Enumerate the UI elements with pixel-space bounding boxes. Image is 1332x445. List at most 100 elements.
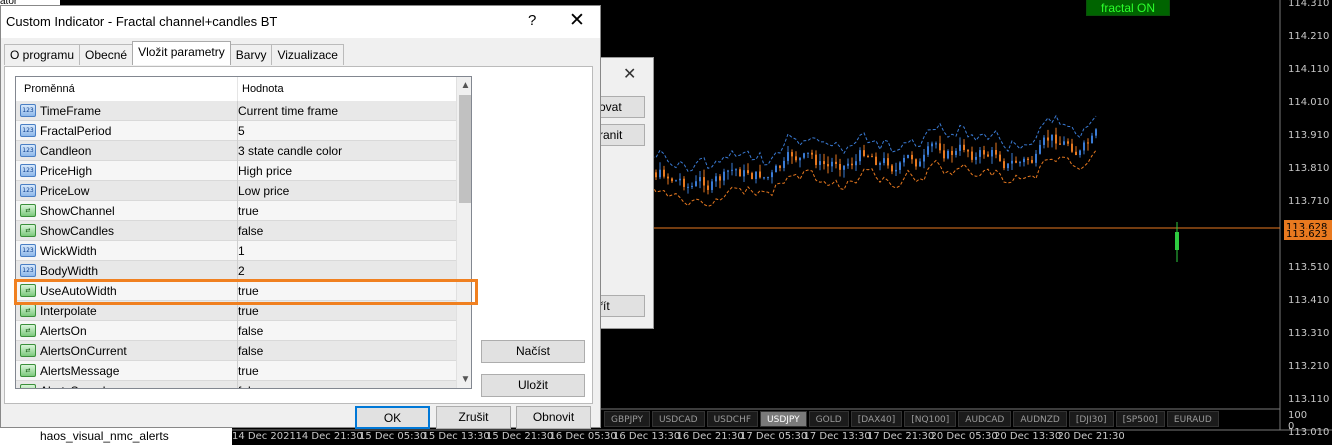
reset-button[interactable]: Obnovit (516, 406, 591, 429)
candle-body (907, 154, 909, 158)
candle-body (871, 156, 873, 158)
symbol-tab[interactable]: [NQ100] (904, 411, 957, 427)
parameter-row[interactable]: ⇄ AlertsOn false (16, 321, 456, 341)
candle-body (963, 144, 965, 150)
scroll-down-arrow-icon[interactable]: ▼ (457, 371, 471, 388)
time-scale-label: 17 Dec 05:30 (740, 431, 808, 442)
column-header-variable[interactable]: Proměnná (24, 83, 75, 95)
symbol-tab[interactable]: USDJPY (760, 411, 807, 427)
parameter-row[interactable]: ⇄ AlertsSound false (16, 381, 456, 388)
parameter-row[interactable]: 123 PriceHigh High price (16, 161, 456, 181)
parameter-row[interactable]: ⇄ ShowChannel true (16, 201, 456, 221)
parameter-value[interactable]: true (238, 204, 259, 218)
candle-body (859, 150, 861, 162)
scroll-thumb[interactable] (459, 95, 471, 203)
parameter-value[interactable]: false (238, 344, 263, 358)
parameter-row[interactable]: 123 WickWidth 1 (16, 241, 456, 261)
price-scale-label: 113.710 (1288, 196, 1330, 207)
candle-body (667, 176, 669, 179)
parameter-value[interactable]: true (238, 304, 259, 318)
parameter-value[interactable]: false (238, 384, 263, 388)
boolean-type-icon: ⇄ (20, 204, 36, 217)
symbol-tab[interactable]: [SP500] (1115, 411, 1165, 427)
parameter-row[interactable]: 123 BodyWidth 2 (16, 261, 456, 281)
parameter-name: Candleon (40, 144, 92, 158)
volume-scale-max: 100 (1288, 410, 1308, 421)
close-icon[interactable]: ✕ (623, 64, 636, 84)
candle-body (691, 185, 693, 187)
symbol-tab[interactable]: AUDCAD (958, 411, 1012, 427)
price-scale-label: 113.510 (1288, 262, 1330, 273)
symbol-tab[interactable]: GOLD (808, 411, 849, 427)
parameter-value[interactable]: 5 (238, 124, 245, 138)
parameter-value[interactable]: 1 (238, 244, 245, 258)
candle-body (687, 186, 689, 188)
candle-body (1039, 144, 1041, 154)
tab-visualization[interactable]: Vizualizace (271, 44, 344, 65)
save-button[interactable]: Uložit (481, 374, 585, 397)
column-header-value[interactable]: Hodnota (242, 83, 284, 95)
symbol-tab[interactable]: [DJI30] (1068, 411, 1114, 427)
symbol-tab[interactable]: EURAUD (1166, 411, 1219, 427)
tab-about[interactable]: O programu (4, 44, 81, 65)
parameter-value[interactable]: true (238, 364, 259, 378)
candle-body (763, 177, 765, 179)
price-scale-label: 114.010 (1288, 97, 1330, 108)
candle-body (727, 170, 729, 172)
symbol-tab[interactable]: GBPJPY (604, 411, 650, 427)
parameter-value[interactable]: Low price (238, 184, 289, 198)
ok-button[interactable]: OK (355, 406, 430, 429)
boolean-type-icon: ⇄ (20, 324, 36, 337)
symbol-tab[interactable]: AUDNZD (1013, 411, 1067, 427)
load-button[interactable]: Načíst (481, 340, 585, 363)
tab-common[interactable]: Obecné (79, 44, 134, 65)
help-button[interactable]: ? (528, 12, 536, 29)
parameter-row[interactable]: 123 TimeFrame Current time frame (16, 101, 456, 121)
candle-body (711, 181, 713, 190)
candle-body (1071, 143, 1073, 152)
parameter-row[interactable]: 123 Candleon 3 state candle color (16, 141, 456, 161)
bg-button-1[interactable]: ovat (595, 96, 645, 118)
parameter-value[interactable]: false (238, 224, 263, 238)
numeric-type-icon: 123 (20, 164, 36, 177)
navigator-item[interactable]: haos_visual_nmc_alerts (40, 429, 169, 443)
price-scale-label: 114.210 (1288, 31, 1330, 42)
volume-scale-min: 0 (1288, 421, 1295, 432)
candle-body (1023, 158, 1025, 163)
candle-body (851, 163, 853, 166)
candle-body (923, 154, 925, 162)
symbol-tab[interactable]: [DAX40] (850, 411, 903, 427)
dialog-title: Custom Indicator - Fractal channel+candl… (6, 14, 278, 29)
candle-body (671, 178, 673, 182)
bg-button-3[interactable]: řít (595, 295, 645, 317)
tab-colors[interactable]: Barvy (229, 44, 273, 65)
candle-body (795, 156, 797, 161)
parameter-row[interactable]: ⇄ AlertsMessage true (16, 361, 456, 381)
candle-body (1055, 134, 1057, 144)
vertical-scrollbar[interactable]: ▲ ▼ (456, 77, 471, 388)
parameter-row[interactable]: ⇄ ShowCandles false (16, 221, 456, 241)
parameter-value[interactable]: 2 (238, 264, 245, 278)
parameter-value[interactable]: 3 state candle color (238, 144, 342, 158)
parameter-row[interactable]: 123 PriceLow Low price (16, 181, 456, 201)
parameter-value[interactable]: false (238, 324, 263, 338)
candle-body (863, 150, 865, 156)
parameter-row[interactable]: ⇄ AlertsOnCurrent false (16, 341, 456, 361)
parameter-value[interactable]: Current time frame (238, 104, 338, 118)
tab-inputs[interactable]: Vložit parametry (132, 41, 231, 65)
cancel-button[interactable]: Zrušit (436, 406, 511, 429)
dialog-tabs: O programu Obecné Vložit parametry Barvy… (4, 41, 344, 66)
fractal-toggle-button[interactable]: fractal ON (1086, 0, 1170, 16)
time-scale-label: 14 Dec 21:30 (295, 431, 363, 442)
close-button[interactable]: ✕ (569, 9, 585, 32)
candle-body (735, 169, 737, 171)
bg-button-2[interactable]: ranit (595, 124, 645, 146)
symbol-tab[interactable]: USDCAD (651, 411, 705, 427)
candle-body (959, 144, 961, 151)
parameter-row[interactable]: 123 FractalPeriod 5 (16, 121, 456, 141)
symbol-tab[interactable]: USDCHF (706, 411, 759, 427)
parameter-value[interactable]: High price (238, 164, 292, 178)
scroll-up-arrow-icon[interactable]: ▲ (457, 77, 471, 94)
column-divider[interactable] (237, 77, 238, 101)
candle-body (1075, 151, 1077, 156)
